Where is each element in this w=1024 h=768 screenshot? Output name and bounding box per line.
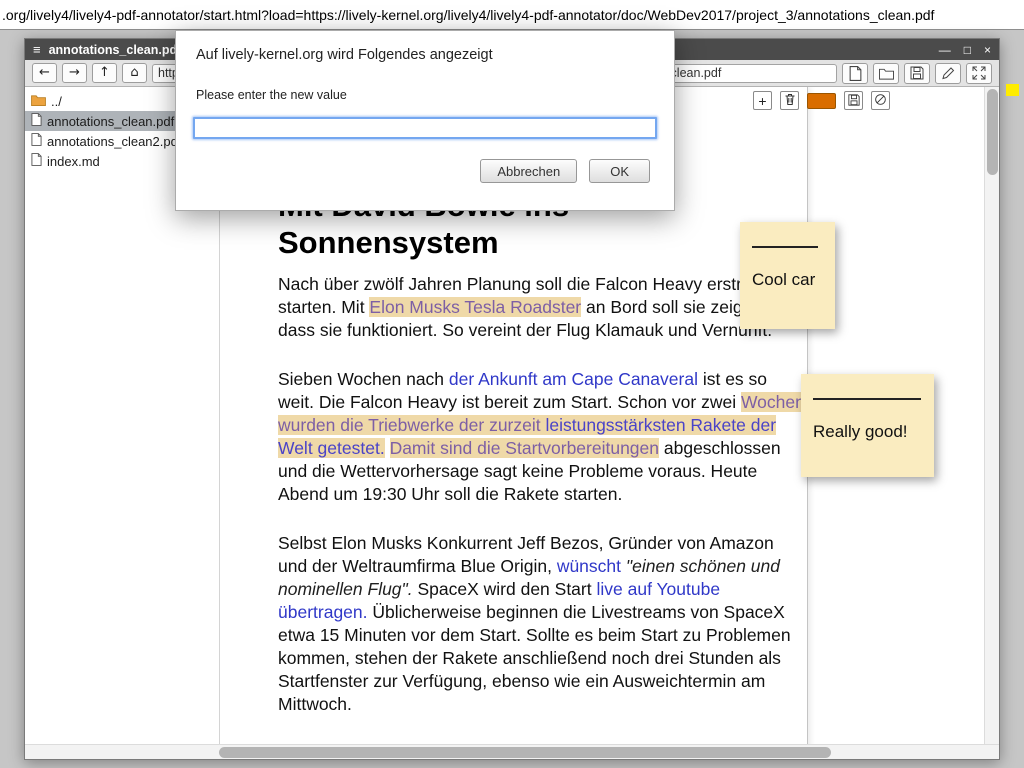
file-label: index.md — [47, 154, 100, 169]
pdf-highlight[interactable]: Elon Musks Tesla Roadster — [369, 297, 581, 317]
ok-button[interactable]: OK — [589, 159, 650, 183]
edit-button[interactable] — [935, 63, 961, 84]
vertical-scrollbar-thumb[interactable] — [987, 89, 998, 175]
dialog-buttons: Abbrechen OK — [196, 159, 654, 183]
pdf-highlight[interactable]: Damit sind die Startvorbereitungen — [390, 438, 659, 458]
pdf-text-segment: SpaceX wird den Start — [413, 579, 597, 599]
browser-url-text: .org/lively4/lively4-pdf-annotator/start… — [0, 7, 934, 23]
fullscreen-icon — [972, 66, 986, 80]
file-icon — [31, 133, 42, 149]
vertical-scrollbar[interactable] — [984, 87, 999, 744]
trash-icon — [784, 93, 796, 108]
sticky-note-really-good[interactable]: Really good! — [801, 374, 934, 477]
home-button[interactable]: ⌂ — [122, 63, 147, 83]
file-label: annotations_clean.pdf — [47, 114, 174, 129]
pdf-link[interactable]: wünscht — [557, 556, 621, 576]
save-icon — [910, 66, 924, 80]
back-button[interactable]: ← — [32, 63, 57, 83]
prompt-dialog: Auf lively-kernel.org wird Folgendes ang… — [175, 30, 675, 211]
note-text: Really good! — [813, 422, 922, 442]
annotation-toolbar: + — [753, 91, 890, 110]
cancel-annotation-button[interactable] — [871, 91, 890, 110]
edit-pencil-icon — [941, 66, 955, 80]
save-button[interactable] — [904, 63, 930, 84]
fullscreen-button[interactable] — [966, 63, 992, 84]
pdf-link[interactable]: der Ankunft am Cape Canaveral — [449, 369, 698, 389]
save-icon — [848, 94, 860, 108]
folder-icon — [31, 94, 46, 109]
browser-url-bar[interactable]: .org/lively4/lively4-pdf-annotator/start… — [0, 0, 1024, 30]
delete-annotation-button[interactable] — [780, 91, 799, 110]
add-annotation-button[interactable]: + — [753, 91, 772, 110]
pdf-text: Mit David Bowie ins Sonnensystem Nach üb… — [278, 187, 806, 742]
pdf-paragraph: Nach über zwölf Jahren Planung soll die … — [278, 273, 806, 342]
pdf-text-segment — [385, 438, 390, 458]
horizontal-scrollbar[interactable] — [25, 744, 999, 759]
window-title: annotations_clean.pdf — [49, 43, 182, 57]
color-swatch-orange[interactable] — [807, 93, 836, 109]
yellow-marker — [1006, 84, 1019, 96]
file-label: annotations_clean2.pdf — [47, 134, 181, 149]
close-button[interactable]: × — [984, 44, 991, 56]
maximize-button[interactable]: □ — [964, 44, 971, 56]
note-line — [752, 246, 818, 248]
file-label: ../ — [51, 94, 62, 109]
window-controls: — □ × — [939, 44, 991, 56]
folder-icon — [879, 67, 894, 80]
menu-icon[interactable]: ≡ — [33, 42, 41, 57]
pdf-paragraph: Selbst Elon Musks Konkurrent Jeff Bezos,… — [278, 532, 806, 716]
save-annotations-button[interactable] — [844, 91, 863, 110]
dialog-value-input[interactable] — [193, 117, 657, 139]
new-file-button[interactable] — [842, 63, 868, 84]
forward-button[interactable]: → — [62, 63, 87, 83]
cancel-button[interactable]: Abbrechen — [480, 159, 577, 183]
up-button[interactable]: ↑ — [92, 63, 117, 83]
file-icon — [31, 153, 42, 169]
note-line — [813, 398, 921, 400]
open-folder-button[interactable] — [873, 63, 899, 84]
screen: .org/lively4/lively4-pdf-annotator/start… — [0, 0, 1024, 768]
sticky-note-cool-car[interactable]: Cool car — [740, 222, 835, 329]
pdf-paragraph: Sieben Wochen nach der Ankunft am Cape C… — [278, 368, 806, 506]
dialog-message: Please enter the new value — [196, 88, 654, 102]
file-icon — [31, 113, 42, 129]
horizontal-scrollbar-thumb[interactable] — [219, 747, 831, 758]
minimize-button[interactable]: — — [939, 44, 951, 56]
pdf-text-segment: Sieben Wochen nach — [278, 369, 449, 389]
pdf-paragraphs: Nach über zwölf Jahren Planung soll die … — [278, 273, 806, 716]
note-text: Cool car — [752, 270, 823, 290]
new-file-icon — [849, 66, 862, 81]
dialog-title: Auf lively-kernel.org wird Folgendes ang… — [196, 47, 654, 63]
block-icon — [874, 93, 887, 108]
